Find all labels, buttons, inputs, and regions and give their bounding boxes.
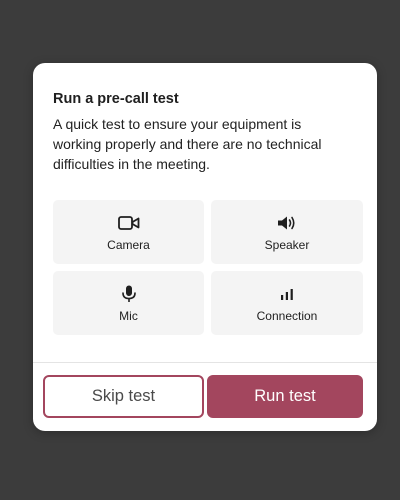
speaker-test-label: Speaker: [264, 238, 310, 252]
pre-call-test-dialog: Run a pre-call test A quick test to ensu…: [33, 63, 377, 431]
connection-test-label: Connection: [256, 309, 318, 323]
dialog-title: Run a pre-call test: [53, 91, 179, 107]
skip-test-button[interactable]: Skip test: [43, 375, 204, 418]
speaker-icon: [277, 214, 297, 232]
dialog-description: A quick test to ensure your equipment is…: [53, 116, 322, 172]
test-options-grid: Camera Speaker Mic Connection: [53, 200, 363, 335]
camera-icon: [117, 214, 140, 232]
run-test-button[interactable]: Run test: [207, 375, 363, 418]
signal-bars-icon: [280, 285, 294, 303]
mic-test-tile[interactable]: Mic: [53, 271, 204, 335]
camera-test-tile[interactable]: Camera: [53, 200, 204, 264]
footer-divider: [33, 362, 377, 363]
speaker-test-tile[interactable]: Speaker: [211, 200, 363, 264]
mic-test-label: Mic: [119, 309, 138, 323]
mic-icon: [121, 285, 137, 303]
camera-test-label: Camera: [107, 238, 150, 252]
connection-test-tile[interactable]: Connection: [211, 271, 363, 335]
